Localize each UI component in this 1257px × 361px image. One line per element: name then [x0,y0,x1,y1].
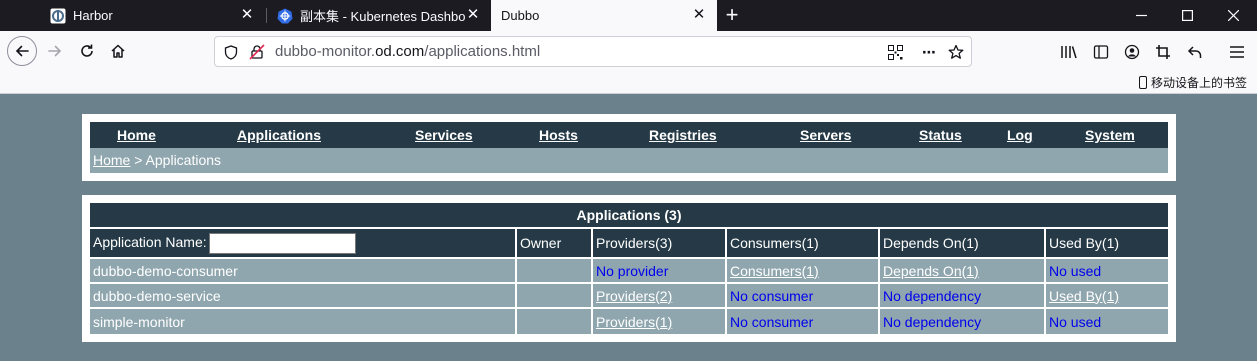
close-tab-icon[interactable]: ✕ [465,7,481,23]
depends-on-cell: Depends On(1) [880,259,1046,284]
used-by-cell: No used [1046,309,1168,334]
owner-cell [517,284,593,309]
table-row: dubbo-demo-service Providers(2) No consu… [90,284,1168,309]
close-window-icon[interactable] [1210,0,1256,31]
library-icon[interactable] [1058,41,1080,63]
qr-code-icon[interactable] [885,42,905,62]
sidebar-icon[interactable] [1090,41,1112,63]
tab-kubernetes[interactable]: 副本集 - Kubernetes Dashboard ✕ [267,0,491,31]
shield-icon[interactable] [221,42,241,62]
table-caption: Applications (3) [90,203,1168,229]
hamburger-menu-icon[interactable] [1226,41,1248,63]
providers-link[interactable]: Providers(2) [596,288,672,304]
menu-registries[interactable]: Registries [649,127,717,143]
providers-cell: Providers(2) [593,284,727,309]
url-host: od.com [375,43,425,60]
menu-servers[interactable]: Servers [800,127,851,143]
consumers-cell: No consumer [727,284,880,309]
address-bar[interactable]: dubbo-monitor.od.com/applications.html ⋯ [214,36,972,67]
owner-cell [517,309,593,334]
consumers-link[interactable]: Consumers(1) [730,263,819,279]
harbor-icon [50,8,66,24]
menu-applications[interactable]: Applications [237,127,321,143]
applications-table: Applications (3) Application Name: Owner… [90,203,1168,334]
breadcrumb: Home > Applications [90,148,1168,173]
menu-home[interactable]: Home [117,127,156,143]
application-name-cell: dubbo-demo-service [90,284,517,309]
home-icon[interactable] [104,37,132,65]
minimize-icon[interactable] [1118,0,1164,31]
forward-arrow-icon[interactable] [41,37,69,65]
maximize-icon[interactable] [1164,0,1210,31]
used-by-link[interactable]: Used By(1) [1049,288,1119,304]
used-by-cell: No used [1046,259,1168,284]
table-header-row: Application Name: Owner Providers(3) Con… [90,229,1168,259]
back-arrow-icon[interactable] [7,36,37,66]
applications-panel: Applications (3) Application Name: Owner… [82,195,1176,342]
providers-cell: Providers(1) [593,309,727,334]
menu-system[interactable]: System [1085,127,1135,143]
new-tab-icon[interactable]: + [720,4,744,28]
tab-title: Dubbo [501,8,540,23]
tab-bar: Harbor ✕ 副本集 - Kubernetes Dashboard ✕ Du… [0,0,1257,31]
main-menu: Home Applications Services Hosts Registr… [90,122,1168,148]
providers-cell: No provider [593,259,727,284]
menu-hosts[interactable]: Hosts [539,127,578,143]
mobile-bookmarks-folder[interactable]: 移动设备上的书签 [1138,74,1247,91]
providers-link[interactable]: Providers(1) [596,314,672,330]
table-row: simple-monitor Providers(1) No consumer … [90,309,1168,334]
breadcrumb-separator: > [130,152,146,168]
close-tab-icon[interactable]: ✕ [691,7,707,23]
application-name-cell: simple-monitor [90,309,517,334]
depends-on-cell: No dependency [880,309,1046,334]
depends-on-cell: No dependency [880,284,1046,309]
menu-panel: Home Applications Services Hosts Registr… [82,114,1176,181]
menu-status[interactable]: Status [919,127,962,143]
depends-on-link[interactable]: Depends On(1) [883,263,979,279]
application-name-filter-input[interactable] [208,232,356,254]
table-row: dubbo-demo-consumer No provider Consumer… [90,259,1168,284]
undo-arrow-icon[interactable] [1184,41,1206,63]
tab-dubbo[interactable]: Dubbo ✕ [491,0,717,31]
tab-title: 副本集 - Kubernetes Dashboard [300,9,466,24]
header-used-by: Used By(1) [1046,229,1168,259]
insecure-lock-icon[interactable] [247,42,267,62]
url-suffix: /applications.html [424,43,541,60]
menu-services[interactable]: Services [415,127,473,143]
screenshot-crop-icon[interactable] [1152,41,1174,63]
owner-cell [517,259,593,284]
tab-title: Harbor [73,8,113,23]
breadcrumb-home-link[interactable]: Home [93,152,130,168]
consumers-cell: Consumers(1) [727,259,880,284]
header-application-name: Application Name: [90,229,517,259]
used-by-cell: Used By(1) [1046,284,1168,309]
application-name-label: Application Name: [93,233,207,250]
more-actions-icon[interactable]: ⋯ [919,42,939,62]
header-owner: Owner [517,229,593,259]
header-consumers: Consumers(1) [727,229,880,259]
account-icon[interactable] [1121,41,1143,63]
mobile-phone-icon [1138,76,1147,89]
url-text[interactable]: dubbo-monitor.od.com/applications.html [275,43,540,60]
kubernetes-icon [277,8,293,24]
reload-icon[interactable] [73,37,101,65]
consumers-cell: No consumer [727,309,880,334]
bookmarks-toolbar: 移动设备上的书签 [0,71,1257,94]
bookmark-star-icon[interactable] [946,42,966,62]
navigation-bar: dubbo-monitor.od.com/applications.html ⋯ [0,31,1257,71]
header-providers: Providers(3) [593,229,727,259]
header-depends-on: Depends On(1) [880,229,1046,259]
application-name-cell: dubbo-demo-consumer [90,259,517,284]
url-prefix: dubbo-monitor. [275,43,376,60]
tab-harbor[interactable]: Harbor ✕ [40,0,265,31]
breadcrumb-current: Applications [145,152,222,168]
mobile-bookmarks-label: 移动设备上的书签 [1150,76,1247,90]
close-tab-icon[interactable]: ✕ [239,7,255,23]
menu-log[interactable]: Log [1007,127,1033,143]
